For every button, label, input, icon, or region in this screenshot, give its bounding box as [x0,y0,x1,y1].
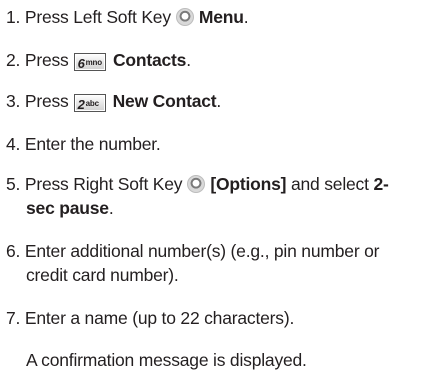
step-7: 7. Enter a name (up to 22 characters). [6,306,294,330]
step-number: 7. [6,308,21,328]
step-4: 4. Enter the number. [6,132,161,156]
new-contact-label: New Contact [112,91,217,111]
step-text: Enter the number. [24,134,161,154]
step-3: 3. Press 2abc New Contact. [6,91,222,112]
step-number: 3. [6,91,21,111]
pause-label-part2: sec pause [26,198,109,218]
step-text: Press [24,91,69,111]
key-6-icon: 6mno [73,53,106,71]
menu-label: Menu [198,7,244,27]
pause-label-part1: 2- [373,174,389,194]
key-2-icon: 2abc [73,94,106,112]
step-text: Enter a name (up to 22 characters). [24,308,295,328]
options-label: [Options] [210,174,287,194]
step-number: 2. [6,50,21,70]
soft-key-icon [175,8,194,26]
step-text: Press Left Soft Key [24,7,171,27]
confirmation-note: A confirmation message is displayed. [26,350,307,370]
step-text: Press Right Soft Key [24,174,183,194]
step-text-line1: Enter additional number(s) (e.g., pin nu… [24,241,380,261]
step-number: 5. [6,174,21,194]
step-5: 5. Press Right Soft Key [Options] and sel… [6,174,389,218]
step-number: 4. [6,134,21,154]
step-2: 2. Press 6mno Contacts. [6,50,191,71]
step-number: 1. [6,7,21,27]
contacts-label: Contacts [112,50,187,70]
step-1: 1. Press Left Soft Key Menu. [6,7,249,27]
step-text-line2: credit card number). [26,265,179,285]
step-text: Press [24,50,69,70]
step-number: 6. [6,241,21,261]
step-6: 6. Enter additional number(s) (e.g., pin… [6,239,406,287]
soft-key-icon [187,175,206,193]
